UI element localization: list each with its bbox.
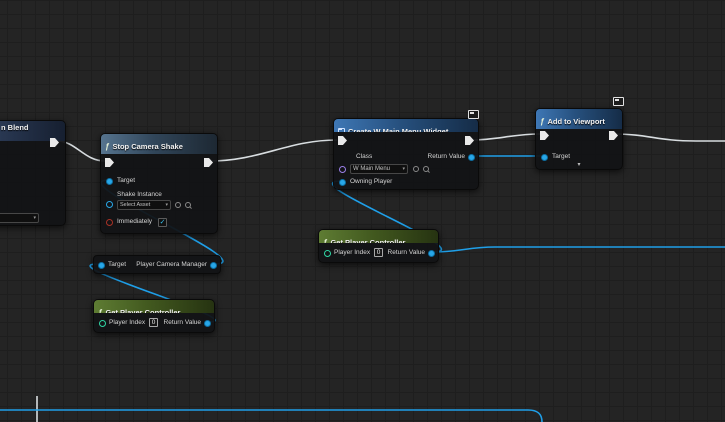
exec-wire <box>611 133 725 142</box>
player-index-pin[interactable] <box>99 320 106 327</box>
owning-player-pin[interactable] <box>339 179 346 186</box>
target-pin[interactable] <box>98 262 105 269</box>
output-pin-label: Player Camera Manager <box>136 261 207 268</box>
return-value-label: Return Value <box>163 319 201 326</box>
target-pin[interactable] <box>106 178 113 185</box>
browse-asset-icon[interactable] <box>423 166 429 172</box>
node-title: Create W Main Menu Widget <box>348 127 449 132</box>
target-pin-label: Target <box>108 261 127 268</box>
chevron-down-icon: ▾ <box>33 215 36 221</box>
owning-player-label: Owning Player <box>350 178 393 185</box>
node-get-player-controller-mid[interactable]: ƒ Get Player Controller Player Index 0 Re… <box>318 229 439 263</box>
return-value-label: Return Value <box>427 153 465 160</box>
node-header[interactable]: n Blend <box>0 121 65 141</box>
immediately-pin[interactable] <box>106 219 113 226</box>
exec-wire <box>209 139 338 162</box>
graph-canvas[interactable]: n Blend ▾ ƒStop Camera Shake Target is P… <box>0 0 725 422</box>
exec-out-pin[interactable] <box>204 158 213 167</box>
function-icon: ƒ <box>98 308 103 313</box>
immediately-label: Immediately <box>117 218 153 225</box>
player-index-value[interactable]: 0 <box>149 318 158 327</box>
player-index-value[interactable]: 0 <box>374 248 383 257</box>
node-add-to-viewport[interactable]: ƒAdd to Viewport Target is User Widget T… <box>535 108 623 170</box>
node-header[interactable]: ƒ Get Player Controller <box>94 300 214 313</box>
function-icon: ƒ <box>105 142 110 151</box>
exec-in-pin[interactable] <box>105 158 114 167</box>
node-create-widget[interactable]: Create W Main Menu Widget Class W Main M… <box>333 118 479 190</box>
target-pin-label: Target <box>552 153 571 160</box>
node-title: Add to Viewport <box>547 117 605 126</box>
shake-instance-label: Shake Instance <box>117 191 162 198</box>
target-pin[interactable] <box>541 154 548 161</box>
target-pin-label: Target <box>117 177 136 184</box>
return-value-pin[interactable] <box>428 250 435 257</box>
player-index-label: Player Index <box>334 249 371 256</box>
chevron-down-icon: ▾ <box>402 166 405 172</box>
shake-instance-pin[interactable] <box>106 201 113 208</box>
node-title: Get Player Controller <box>330 238 406 243</box>
camera-manager-out-pin[interactable] <box>210 262 217 269</box>
exec-out-pin[interactable] <box>465 136 474 145</box>
node-header[interactable]: Create W Main Menu Widget <box>334 119 478 132</box>
node-title: Get Player Controller <box>105 308 181 313</box>
node-header[interactable]: ƒ Get Player Controller <box>319 230 438 243</box>
class-dropdown[interactable]: W Main Menu ▾ <box>350 164 408 174</box>
exec-wire <box>470 133 541 141</box>
function-icon: ƒ <box>540 117 545 126</box>
browse-asset-icon[interactable] <box>185 202 191 208</box>
exec-in-pin[interactable] <box>338 136 347 145</box>
use-selected-asset-icon[interactable] <box>413 166 419 172</box>
immediately-checkbox[interactable]: ✓ <box>158 218 167 227</box>
use-selected-asset-icon[interactable] <box>175 202 181 208</box>
asset-picker-value: Select Asset <box>120 202 151 208</box>
blend-dropdown[interactable]: ▾ <box>0 213 39 223</box>
exec-in-pin[interactable] <box>540 131 549 140</box>
widget-icon <box>338 128 345 132</box>
class-label: Class <box>356 153 373 160</box>
player-index-label: Player Index <box>109 319 146 326</box>
data-wire <box>432 246 725 253</box>
chevron-down-icon: ▾ <box>165 202 168 208</box>
exec-out-pin[interactable] <box>609 131 618 140</box>
node-player-camera-manager[interactable]: Target Player Camera Manager <box>93 255 221 274</box>
node-get-player-controller-bottom[interactable]: ƒ Get Player Controller Player Index 0 Re… <box>93 299 215 333</box>
return-value-label: Return Value <box>387 249 425 256</box>
node-stop-camera-shake[interactable]: ƒStop Camera Shake Target is Player Came… <box>100 133 218 234</box>
node-camera-blend[interactable]: n Blend ▾ <box>0 120 66 226</box>
class-dropdown-value: W Main Menu <box>353 166 391 172</box>
return-value-pin[interactable] <box>204 320 211 327</box>
data-wire <box>0 409 543 422</box>
return-value-pin[interactable] <box>468 154 475 161</box>
advanced-pins-toggle[interactable]: ▾ <box>577 161 580 168</box>
node-title: Stop Camera Shake <box>112 142 183 151</box>
class-pin[interactable] <box>339 166 346 173</box>
node-title: n Blend <box>1 123 29 132</box>
widget-indicator-icon <box>613 97 624 106</box>
node-header[interactable]: ƒAdd to Viewport Target is User Widget <box>536 109 622 129</box>
node-header[interactable]: ƒStop Camera Shake Target is Player Came… <box>101 134 217 154</box>
player-index-pin[interactable] <box>324 250 331 257</box>
widget-indicator-icon <box>468 110 479 119</box>
asset-picker-dropdown[interactable]: Select Asset ▾ <box>117 200 171 210</box>
function-icon: ƒ <box>323 238 328 243</box>
